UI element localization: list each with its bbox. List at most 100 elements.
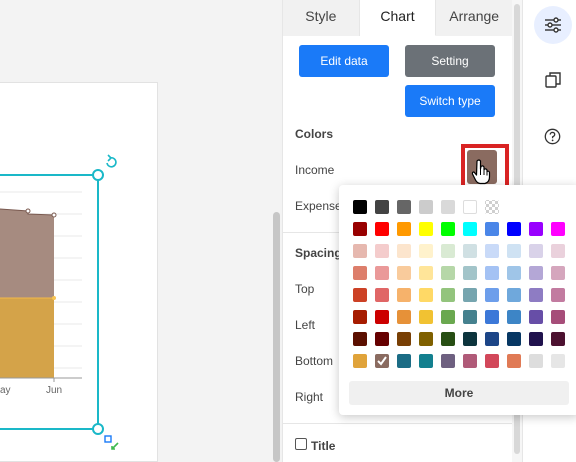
color-swatch[interactable] — [463, 332, 477, 346]
color-swatch[interactable] — [463, 288, 477, 302]
panel-tabs: Style Chart Arrange — [283, 0, 514, 36]
transparent-swatch[interactable] — [485, 200, 499, 214]
color-swatch[interactable] — [441, 200, 455, 214]
spacing-bottom-label: Bottom — [295, 354, 334, 368]
spacing-top-label: Top — [295, 282, 315, 296]
color-swatch[interactable] — [353, 222, 367, 236]
color-swatch[interactable] — [353, 266, 367, 280]
color-swatch[interactable] — [353, 288, 367, 302]
section-divider — [283, 423, 512, 424]
color-swatch[interactable] — [507, 288, 521, 302]
color-swatch[interactable] — [441, 222, 455, 236]
edit-data-button[interactable]: Edit data — [299, 45, 389, 77]
color-swatch[interactable] — [529, 244, 543, 258]
color-swatch[interactable] — [529, 266, 543, 280]
color-swatch[interactable] — [397, 310, 411, 324]
color-swatch[interactable] — [507, 244, 521, 258]
color-swatch[interactable] — [419, 288, 433, 302]
color-swatch[interactable] — [463, 266, 477, 280]
color-swatch[interactable] — [485, 354, 499, 368]
color-swatch[interactable] — [551, 244, 565, 258]
color-swatch[interactable] — [375, 332, 389, 346]
color-swatch[interactable] — [441, 288, 455, 302]
color-swatch[interactable] — [397, 288, 411, 302]
color-swatch[interactable] — [441, 266, 455, 280]
color-swatch[interactable] — [397, 332, 411, 346]
color-swatch[interactable] — [485, 222, 499, 236]
color-swatch[interactable] — [551, 266, 565, 280]
color-swatch[interactable] — [551, 222, 565, 236]
help-icon[interactable] — [544, 128, 561, 145]
color-swatch[interactable] — [441, 244, 455, 258]
color-swatch[interactable] — [463, 244, 477, 258]
color-swatch[interactable] — [529, 354, 543, 368]
color-swatch[interactable] — [419, 244, 433, 258]
color-swatch[interactable] — [441, 354, 455, 368]
tab-arrange[interactable]: Arrange — [436, 0, 514, 36]
color-swatch[interactable] — [353, 310, 367, 324]
color-swatch[interactable] — [507, 332, 521, 346]
tab-chart[interactable]: Chart — [359, 0, 437, 36]
color-swatch[interactable] — [353, 332, 367, 346]
color-swatch[interactable] — [397, 222, 411, 236]
color-swatch[interactable] — [419, 200, 433, 214]
color-swatch[interactable] — [353, 354, 367, 368]
color-swatch[interactable] — [353, 244, 367, 258]
color-swatch[interactable] — [529, 332, 543, 346]
color-swatch[interactable] — [419, 332, 433, 346]
color-swatch[interactable] — [419, 310, 433, 324]
color-swatch[interactable] — [397, 244, 411, 258]
color-swatch[interactable] — [551, 288, 565, 302]
color-swatch[interactable] — [441, 332, 455, 346]
color-swatch[interactable] — [485, 310, 499, 324]
setting-button[interactable]: Setting — [405, 45, 495, 77]
color-swatch[interactable] — [551, 310, 565, 324]
color-swatch[interactable] — [507, 222, 521, 236]
more-colors-button[interactable]: More — [349, 381, 569, 405]
color-swatch[interactable] — [551, 354, 565, 368]
color-swatch[interactable] — [485, 244, 499, 258]
canvas-scrollbar-thumb[interactable] — [273, 212, 280, 462]
expense-area — [0, 209, 54, 298]
color-swatch[interactable] — [397, 354, 411, 368]
copy-icon[interactable] — [545, 72, 561, 88]
color-swatch[interactable] — [375, 266, 389, 280]
chart-object[interactable]: ay Jun — [0, 150, 135, 450]
color-swatch[interactable] — [463, 354, 477, 368]
color-swatch[interactable] — [375, 244, 389, 258]
color-swatch[interactable] — [529, 222, 543, 236]
color-swatch[interactable] — [375, 354, 389, 368]
color-swatch[interactable] — [419, 222, 433, 236]
color-swatch[interactable] — [507, 266, 521, 280]
resize-icon — [104, 435, 119, 450]
color-swatch[interactable] — [397, 266, 411, 280]
color-swatch[interactable] — [485, 266, 499, 280]
color-picker-popup: More — [339, 185, 576, 415]
color-swatch[interactable] — [529, 310, 543, 324]
color-swatch[interactable] — [463, 222, 477, 236]
color-swatch[interactable] — [485, 332, 499, 346]
color-swatch[interactable] — [463, 310, 477, 324]
switch-type-button[interactable]: Switch type — [405, 85, 495, 117]
canvas-area[interactable]: ay Jun — [0, 0, 272, 462]
color-swatch[interactable] — [375, 222, 389, 236]
color-swatch[interactable] — [375, 310, 389, 324]
color-swatch[interactable] — [353, 200, 367, 214]
color-swatch[interactable] — [419, 354, 433, 368]
color-swatch[interactable] — [441, 310, 455, 324]
tab-style[interactable]: Style — [283, 0, 360, 36]
color-swatch[interactable] — [507, 310, 521, 324]
color-swatch[interactable] — [529, 288, 543, 302]
color-swatch[interactable] — [551, 332, 565, 346]
color-swatch[interactable] — [507, 354, 521, 368]
hand-pointer-icon — [471, 159, 491, 185]
color-swatch[interactable] — [463, 200, 477, 214]
title-checkbox[interactable] — [295, 438, 307, 450]
color-swatch[interactable] — [375, 200, 389, 214]
color-swatch[interactable] — [419, 266, 433, 280]
sliders-icon[interactable] — [544, 16, 562, 34]
rotate-icon — [106, 154, 117, 168]
color-swatch[interactable] — [375, 288, 389, 302]
color-swatch[interactable] — [397, 200, 411, 214]
color-swatch[interactable] — [485, 288, 499, 302]
